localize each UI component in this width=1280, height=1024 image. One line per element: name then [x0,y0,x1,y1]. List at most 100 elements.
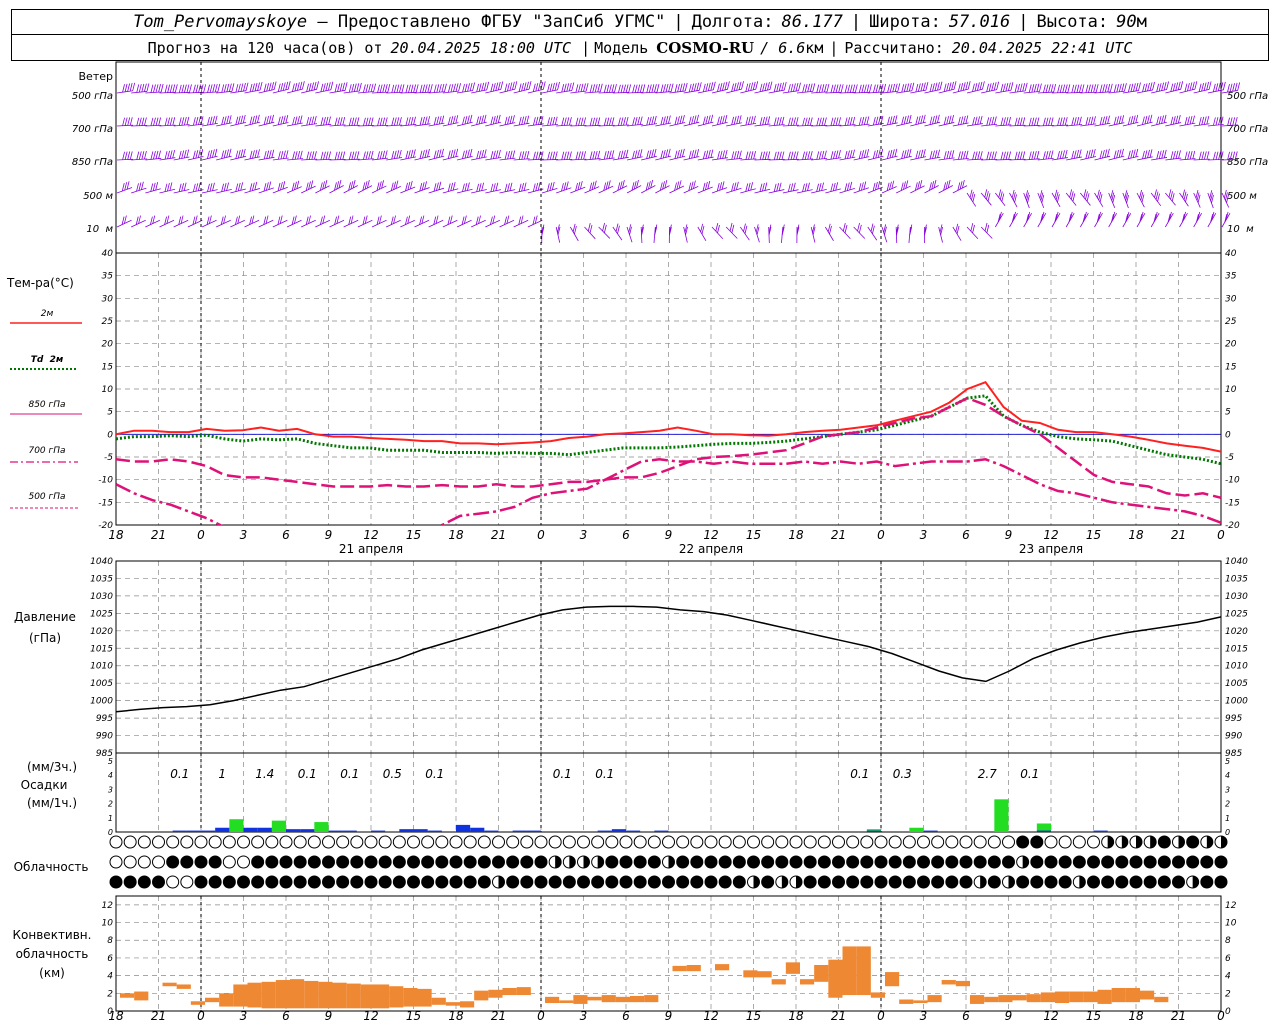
wind-barb-feather [920,82,924,92]
wind-barb-feather [776,83,780,92]
wind-barb-feather [623,117,626,126]
wind-barb-feather [526,81,529,90]
wind-barb-feather [762,83,765,92]
wind-barb-feather [237,150,241,159]
wind-barb-feather [1003,117,1006,126]
wind-barb-feather [637,116,641,125]
hour-tick-label-bottom: 12 [703,1009,718,1023]
wind-barb-feather [575,84,579,93]
wind-barb-feather [1203,116,1207,125]
wind-barb-feather [1048,84,1051,93]
wind-barb-feather [1085,191,1088,200]
wind-barb-feather [181,84,185,93]
cloud-symbol [534,835,548,849]
wind-barb-feather [1218,151,1221,160]
wind-barb-feather [646,117,650,126]
conv-cloud-bar [445,1002,460,1006]
wind-barb [740,188,756,194]
wind-barb [1065,212,1075,228]
wind-barb-feather [767,151,771,160]
conv-cloud-bar [955,980,970,987]
wind-barb-feather [807,151,811,160]
wind-barb-feather [776,151,780,160]
wind-barb-feather [1036,117,1040,126]
wind-barb-feather [561,183,564,192]
wind-barb-feather [209,84,213,93]
wind-barb-feather [433,150,437,159]
cloud-symbol [279,835,293,849]
conv-cloud-bar [332,982,347,1009]
wind-barb-feather [875,116,879,125]
cloud-symbol [1044,835,1058,849]
pressure-tick-label: 1010 [90,662,113,672]
wind-barb-feather [707,82,711,91]
wind-barb-feather [892,149,895,158]
wind-barb-feather [781,116,785,125]
wind-barb-feather [325,151,329,160]
cloud-symbol [973,835,987,849]
wind-barb-feather [1177,115,1181,124]
wind-barb-feather [719,182,723,191]
wind-barb-feather [736,82,739,91]
wind-barb-feather [1008,151,1011,160]
wind-barb-feather [266,83,270,92]
wind-barb [131,187,147,194]
cloud-symbol [1200,855,1214,869]
wind-barb-feather [846,182,850,191]
wind-barb-feather [677,149,680,159]
wind-barb-feather [1008,82,1011,91]
wind-barb-feather [557,81,560,91]
wind-barb-feather [259,81,263,91]
wind-barb-feather [221,84,225,93]
wind-barb-feather [1127,150,1131,159]
wind-barb-feather [707,149,711,159]
wind-barb-feather [894,148,898,157]
hour-tick-label-bottom: 6 [282,1009,290,1023]
wind-barb [385,219,401,228]
wind-panel-label: Ветер [79,70,113,83]
wind-barb-feather [476,183,480,192]
cloud-symbol [251,855,265,869]
cloud-symbol [322,835,335,849]
wind-barb-feather [552,151,556,160]
cloud-symbol [619,855,633,869]
wind-barb-feather [169,84,173,93]
wind-barb-feather [662,149,666,159]
cloud-symbol [732,835,746,849]
wind-barb-feather [1135,148,1139,158]
cloud-symbol [662,835,675,849]
wind-barb-feather [844,150,848,160]
wind-barb-feather [589,182,593,191]
wind-barb-feather [1130,150,1134,159]
wind-barb-feather [249,116,253,125]
wind-barb-feather [478,183,482,192]
wind-barb [994,212,1004,228]
wind-barb-feather [203,84,207,93]
cloud-symbol [846,835,860,849]
cloud-symbol [251,835,265,849]
cloud-symbol [407,855,420,869]
wind-barb-feather [141,117,145,126]
wind-barb-feather [1116,149,1119,159]
temp-tick-label-right: 40 [1225,249,1237,259]
cloud-symbol [307,875,321,889]
wind-barb-feather [972,117,975,126]
wind-barb-feather [988,151,992,160]
wind-barb-feather [972,83,975,92]
wind-barb-feather [1107,83,1111,93]
wind-barb-feather [994,151,997,160]
wind-barb-feather [830,84,834,93]
wind-barb-feather [979,151,983,160]
wind-barb [272,219,288,228]
cloud-symbol [435,855,449,869]
cloud-symbol [959,855,973,869]
wind-barb-feather [455,83,459,92]
wind-barb-feather [379,117,383,126]
wind-barb-feather [441,83,445,93]
wind-barb-feather [492,183,496,192]
wind-barb-feather [790,83,794,92]
wind-barb-feather [1022,151,1026,160]
wind-barb-feather [858,224,862,233]
temp-tick-label-right: 5 [1225,408,1231,418]
wind-barb-feather [450,182,454,191]
